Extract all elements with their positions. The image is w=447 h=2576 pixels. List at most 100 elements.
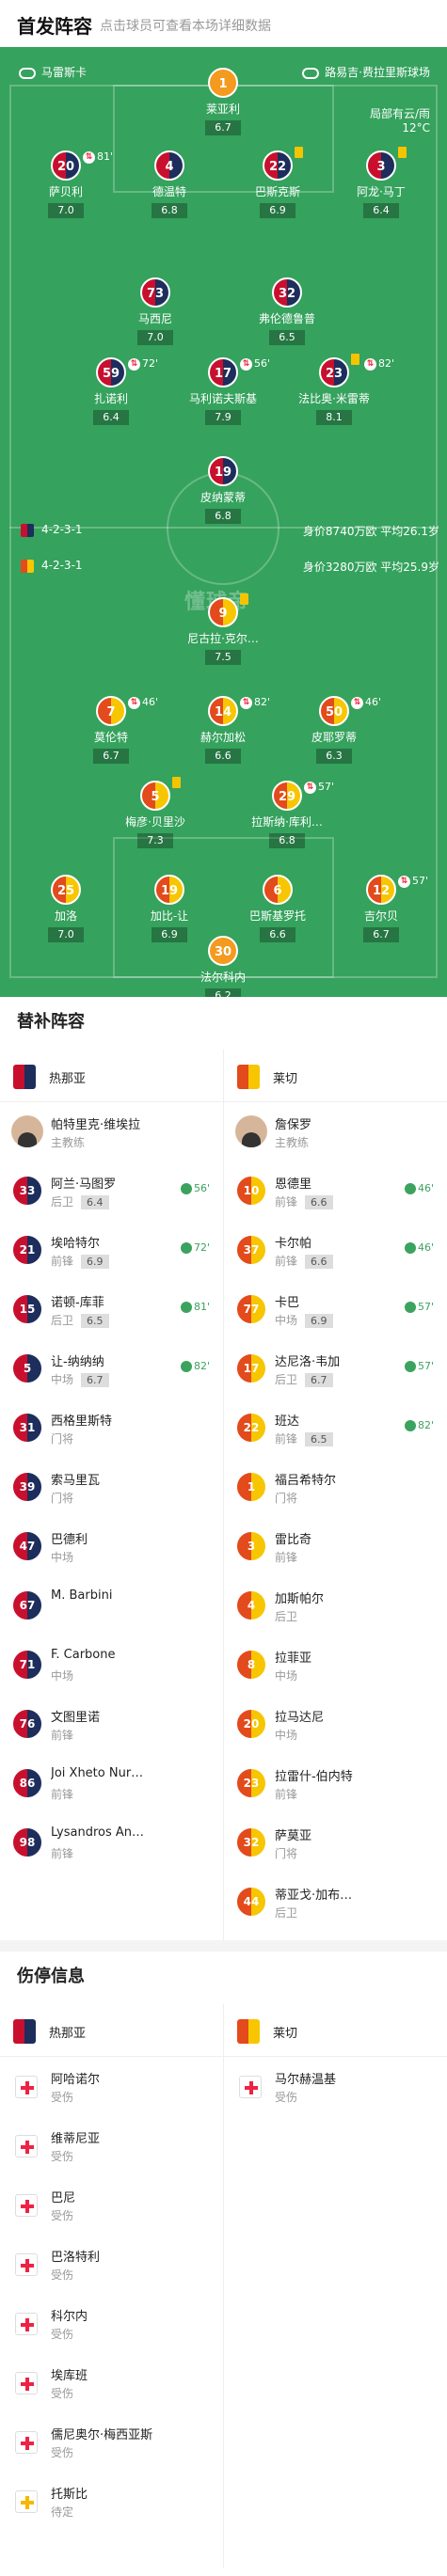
sub-player-row[interactable]: 10 恩德里 前锋 6.6 46' bbox=[224, 1162, 447, 1221]
sub-player-row[interactable]: 1 福吕希特尔 门将 bbox=[224, 1458, 447, 1517]
sub-in-time: 72' bbox=[180, 1241, 210, 1254]
away-coach[interactable]: 詹保罗 主教练 bbox=[224, 1102, 447, 1162]
sub-off-time: ⇅ 56' bbox=[240, 357, 270, 371]
sub-player-row[interactable]: 3 雷比奇 前锋 bbox=[224, 1517, 447, 1576]
away-player[interactable]: 19 加比-让 6.9 bbox=[113, 875, 226, 942]
player-number-badge: 17 bbox=[235, 1352, 267, 1384]
player-number-badge: 67 bbox=[11, 1589, 43, 1621]
player-number-badge: 37 bbox=[235, 1234, 267, 1266]
sub-player-row[interactable]: 32 萨莫亚 门将 bbox=[224, 1813, 447, 1873]
sub-player-row[interactable]: 5 让-纳纳纳 中场 6.7 82' bbox=[0, 1339, 223, 1399]
sub-player-row[interactable]: 86 Joi Xheto Nur… 前锋 bbox=[0, 1754, 223, 1813]
sub-player-row[interactable]: 21 埃哈特尔 前锋 6.9 72' bbox=[0, 1221, 223, 1280]
sub-off-time: ⇅ 57' bbox=[398, 875, 428, 888]
sub-player-row[interactable]: 4 加斯帕尔 后卫 bbox=[224, 1576, 447, 1636]
home-team-header[interactable]: 热那亚 bbox=[0, 1050, 223, 1102]
home-player[interactable]: 19 皮纳蒙蒂 6.8 bbox=[167, 456, 279, 524]
away-team-header[interactable]: 莱切 bbox=[224, 2004, 447, 2057]
player-number-badge: 22 bbox=[235, 1412, 267, 1444]
player-rating: 8.1 bbox=[316, 410, 352, 425]
sub-player-row[interactable]: 20 拉马达尼 中场 bbox=[224, 1695, 447, 1754]
player-rating: 6.5 bbox=[269, 330, 305, 345]
sub-player-row[interactable]: 33 阿兰·马图罗 后卫 6.4 56' bbox=[0, 1162, 223, 1221]
injured-player-row[interactable]: 科尔内 受伤 bbox=[0, 2294, 223, 2353]
sub-out-icon: ⇅ bbox=[240, 696, 252, 709]
home-player[interactable]: 1 莱亚利 6.7 bbox=[167, 68, 279, 135]
away-player[interactable]: 25 加洛 7.0 bbox=[9, 875, 122, 942]
injured-player-row[interactable]: 马尔赫温基 受伤 bbox=[224, 2057, 447, 2116]
injury-status: 受伤 bbox=[51, 2328, 74, 2341]
away-player[interactable]: 50 ⇅ 46' 皮耶罗蒂 6.3 bbox=[278, 696, 391, 764]
away-player[interactable]: 12 ⇅ 57' 吉尔贝 6.7 bbox=[325, 875, 438, 942]
injuries-title: 伤停信息 bbox=[17, 1967, 85, 1986]
player-name: 维蒂尼亚 bbox=[51, 2132, 101, 2146]
player-number-badge: 20 bbox=[235, 1708, 267, 1740]
player-rating: 7.5 bbox=[205, 650, 241, 665]
yellow-card-icon bbox=[398, 147, 407, 158]
away-team-header[interactable]: 莱切 bbox=[224, 1050, 447, 1102]
sub-player-row[interactable]: 23 拉雷什-伯内特 前锋 bbox=[224, 1754, 447, 1813]
injured-player-row[interactable]: 巴洛特利 受伤 bbox=[0, 2235, 223, 2294]
home-player[interactable]: 22 巴斯克斯 6.9 bbox=[221, 147, 334, 218]
sub-player-row[interactable]: 77 卡巴 中场 6.9 57' bbox=[224, 1280, 447, 1339]
sub-player-row[interactable]: 76 文图里诺 前锋 bbox=[0, 1695, 223, 1754]
player-rating: 6.4 bbox=[93, 410, 129, 425]
player-number-badge: 8 bbox=[235, 1649, 267, 1681]
medical-cross-icon bbox=[15, 2135, 38, 2157]
player-position: 中场 6.7 bbox=[51, 1371, 109, 1387]
injury-status: 受伤 bbox=[275, 2091, 298, 2104]
injury-status: 受伤 bbox=[51, 2446, 74, 2459]
away-player[interactable]: 7 ⇅ 46' 莫伦特 6.7 bbox=[55, 696, 168, 764]
sub-player-row[interactable]: 17 达尼洛·韦加 后卫 6.7 57' bbox=[224, 1339, 447, 1399]
home-player[interactable]: 4 德温特 6.8 bbox=[113, 150, 226, 218]
away-player[interactable]: 5 梅彦·贝里沙 7.3 bbox=[99, 777, 212, 848]
home-player[interactable]: 23 ⇅ 82' 法比奥·米雷蒂 8.1 bbox=[278, 354, 394, 425]
away-player[interactable]: 30 法尔科内 6.2 bbox=[167, 936, 279, 997]
injured-player-row[interactable]: 埃库班 受伤 bbox=[0, 2353, 223, 2412]
away-player[interactable]: 29 ⇅ 57' 拉斯纳·库利… 6.8 bbox=[231, 781, 343, 848]
sub-player-row[interactable]: 44 蒂亚戈·加布… 后卫 bbox=[224, 1873, 447, 1932]
sub-player-row[interactable]: 98 Lysandros An… 前锋 bbox=[0, 1813, 223, 1873]
sub-player-row[interactable]: 39 索马里瓦 门将 bbox=[0, 1458, 223, 1517]
player-number-badge: 5 bbox=[140, 781, 170, 811]
player-name: 索马里瓦 bbox=[51, 1474, 101, 1488]
player-rating: 6.8 bbox=[205, 509, 241, 524]
sub-player-row[interactable]: 15 诺顿-库菲 后卫 6.5 81' bbox=[0, 1280, 223, 1339]
player-position: 前锋 bbox=[51, 1729, 74, 1742]
sub-player-row[interactable]: 22 班达 前锋 6.5 82' bbox=[224, 1399, 447, 1458]
home-player[interactable]: 20 ⇅ 81' 萨贝利 7.0 bbox=[9, 150, 122, 218]
home-player[interactable]: 32 弗伦德鲁普 6.5 bbox=[231, 277, 343, 345]
sub-off-time: ⇅ 57' bbox=[304, 781, 334, 794]
sub-off-time: ⇅ 82' bbox=[364, 357, 394, 371]
home-player[interactable]: 73 马西尼 7.0 bbox=[99, 277, 212, 345]
player-name: 西格里斯特 bbox=[51, 1414, 113, 1429]
sub-player-row[interactable]: 37 卡尔帕 前锋 6.6 46' bbox=[224, 1221, 447, 1280]
player-name: 福吕希特尔 bbox=[275, 1474, 337, 1488]
sub-player-row[interactable]: 67 M. Barbini bbox=[0, 1576, 223, 1636]
player-rating: 6.5 bbox=[305, 1432, 333, 1446]
player-name: 皮耶罗蒂 bbox=[311, 731, 357, 744]
away-player[interactable]: 6 巴斯基罗托 6.6 bbox=[221, 875, 334, 942]
home-coach[interactable]: 帕特里克·维埃拉 主教练 bbox=[0, 1102, 223, 1162]
sub-player-row[interactable]: 71 F. Carbone 中场 bbox=[0, 1636, 223, 1695]
home-team-header[interactable]: 热那亚 bbox=[0, 2004, 223, 2057]
injured-player-row[interactable]: 维蒂尼亚 受伤 bbox=[0, 2116, 223, 2175]
player-number-badge: 6 bbox=[263, 875, 293, 905]
sub-player-row[interactable]: 47 巴德利 中场 bbox=[0, 1517, 223, 1576]
player-name: 皮纳蒙蒂 bbox=[200, 491, 246, 504]
home-player[interactable]: 17 ⇅ 56' 马利诺夫斯基 7.9 bbox=[167, 357, 279, 425]
home-player[interactable]: 3 阿龙·马丁 6.4 bbox=[325, 147, 438, 218]
injured-player-row[interactable]: 阿哈诺尔 受伤 bbox=[0, 2057, 223, 2116]
away-player[interactable]: 14 ⇅ 82' 赫尔加松 6.6 bbox=[167, 696, 279, 764]
sub-player-row[interactable]: 8 拉菲亚 中场 bbox=[224, 1636, 447, 1695]
home-formation: 4-2-3-1 bbox=[21, 523, 83, 537]
yellow-card-icon bbox=[240, 593, 248, 605]
home-player[interactable]: 59 ⇅ 72' 扎诺利 6.4 bbox=[55, 357, 168, 425]
injured-player-row[interactable]: 儒尼奥尔·梅西亚斯 受伤 bbox=[0, 2412, 223, 2472]
injured-player-row[interactable]: 巴尼 受伤 bbox=[0, 2175, 223, 2235]
sub-player-row[interactable]: 31 西格里斯特 门将 bbox=[0, 1399, 223, 1458]
player-position: 门将 bbox=[51, 1432, 74, 1446]
player-rating: 6.9 bbox=[260, 203, 295, 218]
injured-player-row[interactable]: 托斯比 待定 bbox=[0, 2472, 223, 2531]
away-player[interactable]: 9 尼古拉·克尔… 7.5 bbox=[167, 593, 279, 665]
